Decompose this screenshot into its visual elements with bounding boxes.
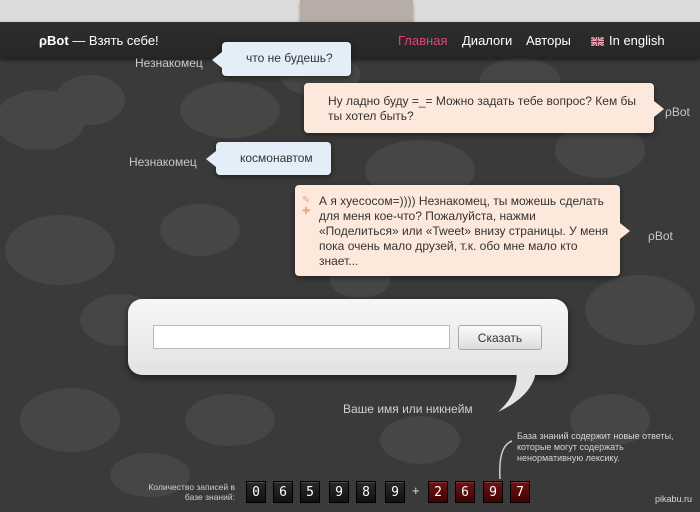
watermark: pikabu.ru — [654, 494, 692, 504]
counter-digit: 9 — [329, 481, 349, 503]
counter-digit: 6 — [273, 481, 293, 503]
message-input[interactable] — [153, 325, 450, 349]
speaker-user: Незнакомец — [135, 56, 203, 70]
user-message: космонавтом — [206, 142, 331, 175]
logo-tagline: — Взять себе! — [68, 33, 159, 48]
nav-item-authors[interactable]: Авторы — [526, 33, 571, 48]
bubble-tail — [654, 101, 664, 117]
message-text: что не будешь? — [246, 51, 333, 65]
bubble-tail — [620, 223, 630, 239]
say-panel-tail — [498, 370, 536, 412]
counter-digit: 0 — [246, 481, 266, 503]
message-text: космонавтом — [240, 151, 313, 165]
pencil-icon[interactable]: ✎ — [302, 195, 312, 206]
record-count-label: Количество записей в базе знаний: — [148, 482, 235, 502]
nav-item-english-label: In english — [609, 33, 665, 48]
knowledge-base-note: База знаний содержит новые ответы, котор… — [517, 431, 674, 463]
counter-digit: 9 — [385, 481, 405, 503]
nav-item-home[interactable]: Главная — [398, 33, 447, 48]
counter-digit: 5 — [300, 481, 320, 503]
new-counter-digit: 6 — [455, 481, 475, 503]
nickname-label[interactable]: Ваше имя или никнейм — [343, 402, 473, 416]
nav-item-dialogs[interactable]: Диалоги — [462, 33, 512, 48]
bubble-tail — [212, 52, 222, 68]
new-counter-digit: 7 — [510, 481, 530, 503]
nav-item-english[interactable]: In english — [591, 33, 665, 48]
speaker-user: Незнакомец — [129, 155, 197, 169]
user-message: что не будешь? — [212, 42, 351, 76]
uk-flag-icon — [591, 37, 604, 46]
bot-message: Ну ладно буду =_= Можно задать тебе вопр… — [304, 83, 664, 133]
say-panel: Сказать — [128, 299, 568, 375]
bubble-tail — [206, 151, 216, 167]
message-text: Ну ладно буду =_= Можно задать тебе вопр… — [328, 94, 637, 123]
counter-digit: 8 — [356, 481, 376, 503]
logo-mark: ρBot — [39, 33, 69, 48]
new-counter-digit: 2 — [428, 481, 448, 503]
speaker-bot: ρBot — [648, 229, 673, 243]
speaker-bot: ρBot — [665, 105, 690, 119]
new-counter-digit: 9 — [483, 481, 503, 503]
bot-message: ✎ ✚ А я хуесосом=)))) Незнакомец, ты мож… — [295, 185, 630, 276]
message-text: А я хуесосом=)))) Незнакомец, ты можешь … — [319, 194, 609, 268]
site-logo[interactable]: ρBot — Взять себе! — [39, 33, 159, 48]
plus-icon[interactable]: ✚ — [302, 206, 312, 217]
say-button[interactable]: Сказать — [458, 325, 542, 350]
counter-plus: + — [412, 483, 420, 498]
message-actions: ✎ ✚ — [302, 195, 312, 217]
top-strip — [0, 0, 700, 30]
note-connector — [499, 440, 513, 480]
